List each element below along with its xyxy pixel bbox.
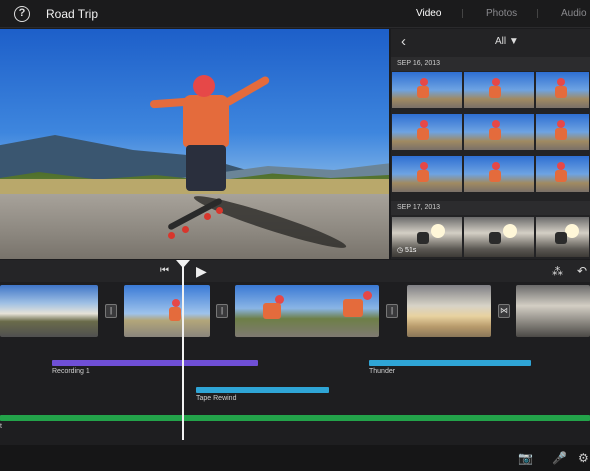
skater-figure <box>169 307 181 321</box>
skater-helmet <box>193 75 215 97</box>
timeline-clip[interactable] <box>516 285 590 337</box>
play-icon[interactable]: ▶ <box>196 263 207 280</box>
clip-thumbnail[interactable] <box>536 156 589 192</box>
clip-thumbnail[interactable] <box>536 114 589 150</box>
skater-legs <box>186 145 226 191</box>
clip-thumbnail[interactable] <box>392 156 462 192</box>
skater-helmet <box>172 299 180 307</box>
playhead[interactable] <box>182 262 184 440</box>
help-icon[interactable]: ? <box>14 6 30 22</box>
skateboard-wheel <box>168 232 175 239</box>
timeline-clip[interactable] <box>235 285 379 337</box>
skateboard-wheel <box>216 207 223 214</box>
duration-badge: ◷ 51s <box>397 247 417 254</box>
back-icon[interactable]: ‹ <box>401 33 406 50</box>
clip-thumbnail[interactable] <box>464 114 534 150</box>
audio-track-label: Recording 1 <box>52 368 90 375</box>
clip-thumbnail[interactable] <box>536 72 589 108</box>
microphone-icon[interactable]: 🎤 <box>552 451 567 465</box>
tab-video[interactable]: Video <box>416 8 441 19</box>
tab-photos[interactable]: Photos <box>486 8 517 19</box>
skater-figure <box>263 303 281 319</box>
background-music-track[interactable] <box>0 415 590 421</box>
skip-back-icon[interactable]: ⏮ <box>160 265 169 276</box>
audio-track-tape-rewind[interactable] <box>196 387 329 393</box>
timeline-clip[interactable] <box>124 285 210 337</box>
clip-thumbnail[interactable] <box>392 72 462 108</box>
date-header: SEP 17, 2013 <box>391 201 590 215</box>
timeline-toolbar: ⏮ ▶ ⁂ ↶ <box>0 260 590 282</box>
clip-thumbnail[interactable]: ◷ 51s <box>392 217 462 257</box>
transition-icon[interactable]: | <box>386 304 398 318</box>
tab-divider <box>537 9 538 18</box>
project-title: Road Trip <box>46 7 99 21</box>
timeline[interactable]: ⏮ ▶ ⁂ ↶ | | | ⋈ Recording 1 Thunder Tape… <box>0 260 590 445</box>
timeline-clip[interactable] <box>0 285 98 337</box>
audio-track-label: t <box>0 423 2 430</box>
bottom-toolbar: 📷 🎤 ⚙ <box>0 445 590 471</box>
audio-track-thunder[interactable] <box>369 360 531 366</box>
tab-divider <box>462 9 463 18</box>
transition-icon[interactable]: | <box>216 304 228 318</box>
skateboard-wheel <box>182 226 189 233</box>
audio-track-label: Thunder <box>369 368 396 375</box>
top-bar: ? Road Trip Video Photos Audio <box>0 0 590 28</box>
undo-icon[interactable]: ↶ <box>577 264 587 278</box>
transition-icon[interactable]: | <box>105 304 117 318</box>
clip-thumbnail[interactable] <box>392 114 462 150</box>
viewer-road <box>0 194 389 259</box>
media-browser: ‹ All ▼ SEP 16, 2013 SEP 17, 2013 ◷ 51s <box>391 29 590 259</box>
date-header: SEP 16, 2013 <box>391 57 590 71</box>
tab-audio[interactable]: Audio <box>561 8 587 19</box>
timeline-clip[interactable] <box>407 285 491 337</box>
skater-torso <box>183 95 229 147</box>
filter-dropdown[interactable]: All ▼ <box>495 36 519 47</box>
transition-icon[interactable]: ⋈ <box>498 304 510 318</box>
skater-figure <box>343 299 363 317</box>
video-viewer[interactable] <box>0 29 389 259</box>
clip-thumbnail[interactable] <box>536 217 589 257</box>
browser-header: ‹ All ▼ <box>391 29 590 55</box>
clip-thumbnail[interactable] <box>464 217 534 257</box>
clip-thumbnail[interactable] <box>464 72 534 108</box>
audio-track-label: Tape Rewind <box>196 395 237 402</box>
settings-icon[interactable]: ⚙ <box>578 451 589 465</box>
audio-track-recording[interactable] <box>52 360 258 366</box>
skater-helmet <box>363 291 372 300</box>
waveform-icon[interactable]: ⁂ <box>552 265 563 278</box>
skateboard-wheel <box>204 213 211 220</box>
camera-icon[interactable]: 📷 <box>518 451 533 465</box>
clip-thumbnail[interactable] <box>464 156 534 192</box>
